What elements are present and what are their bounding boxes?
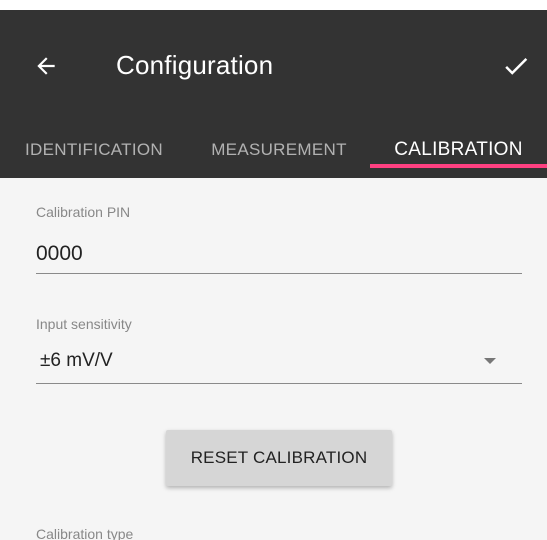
configuration-screen: Configuration IDENTIFICATION MEASUREMENT… — [0, 0, 547, 540]
tab-calibration[interactable]: CALIBRATION — [370, 122, 547, 178]
page-title: Configuration — [116, 50, 274, 80]
calibration-pin-input[interactable] — [36, 234, 522, 274]
arrow-left-icon — [37, 57, 55, 75]
calibration-pin-label: Calibration PIN — [36, 204, 131, 220]
app-bar: Configuration IDENTIFICATION MEASUREMENT… — [0, 10, 547, 178]
status-strip — [0, 0, 547, 10]
dropdown-arrow-icon — [484, 358, 496, 364]
back-button[interactable] — [26, 46, 66, 86]
check-icon — [505, 57, 528, 75]
input-sensitivity-value: ±6 mV/V — [40, 350, 113, 371]
tab-measurement[interactable]: MEASUREMENT — [188, 122, 370, 178]
reset-calibration-button[interactable]: RESET CALIBRATION — [166, 430, 392, 486]
active-tab-indicator — [370, 164, 547, 168]
toolbar: Configuration — [0, 10, 547, 122]
input-sensitivity-label: Input sensitivity — [36, 316, 132, 332]
tab-identification[interactable]: IDENTIFICATION — [0, 122, 188, 178]
calibration-form: Calibration PIN Input sensitivity ±6 mV/… — [0, 178, 547, 540]
calibration-type-label: Calibration type — [36, 526, 134, 540]
confirm-button[interactable] — [494, 46, 538, 86]
input-sensitivity-select[interactable]: ±6 mV/V — [36, 340, 522, 384]
tab-bar: IDENTIFICATION MEASUREMENT CALIBRATION — [0, 122, 547, 178]
